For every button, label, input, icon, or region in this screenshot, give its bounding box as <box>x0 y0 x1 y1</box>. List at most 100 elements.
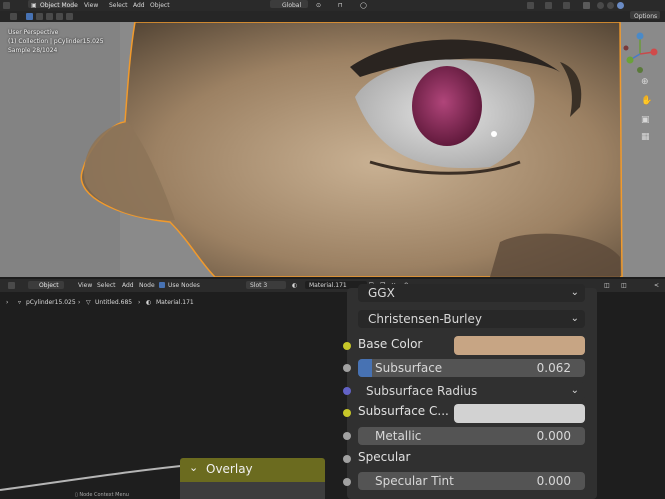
subsurface-slider[interactable]: Subsurface 0.062 <box>358 359 585 377</box>
overlay-icon[interactable] <box>563 2 570 9</box>
shading-material-icon[interactable] <box>607 2 614 9</box>
xray-icon[interactable] <box>583 2 590 9</box>
mesh-icon: ▽ <box>86 299 91 306</box>
subsurface-socket[interactable] <box>343 364 351 372</box>
object-icon: ▿ <box>18 299 22 306</box>
node-overlay-icon[interactable]: ◫ <box>621 279 627 292</box>
status-hint-text: Node Context Menu <box>79 492 129 498</box>
object-mode-icon: ▣ <box>31 2 37 9</box>
3d-viewport[interactable]: User Perspective (1) Collection | pCylin… <box>0 22 665 277</box>
snap-icon[interactable]: ⊓ <box>338 0 343 11</box>
metallic-label: Metallic <box>375 429 422 443</box>
subsurface-radius-socket[interactable] <box>343 387 351 395</box>
use-nodes-checkbox[interactable] <box>159 282 165 288</box>
use-nodes-label: Use Nodes <box>168 282 200 289</box>
subsurface-radius-label: Subsurface Radius <box>366 384 478 398</box>
base-color-socket[interactable] <box>343 342 351 350</box>
shading-solid-icon[interactable] <box>597 2 604 9</box>
subsurface-color-socket[interactable] <box>343 409 351 417</box>
menu-object[interactable]: Object <box>150 0 170 11</box>
options-label: Options <box>634 13 658 20</box>
breadcrumb-arrow-icon: › <box>138 299 141 306</box>
shading-rendered-icon[interactable] <box>617 2 624 9</box>
subsurface-slider-fill <box>358 359 372 377</box>
render-image <box>0 22 665 277</box>
breadcrumb-material: Material.171 <box>156 299 194 306</box>
chevron-down-icon: ⌄ <box>570 385 579 396</box>
subsurface-radius-row[interactable]: Subsurface Radius ⌄ <box>358 382 585 400</box>
node-editor-canvas[interactable]: › ▿ pCylinder15.025 › ▽ Untitled.685 › ◐… <box>0 284 665 499</box>
tool-header: Options <box>0 11 665 22</box>
viewport-header: ▣ Object Mode View Select Add Object Glo… <box>0 0 665 11</box>
subsurface-color-swatch[interactable] <box>454 404 585 423</box>
subsurface-label: Subsurface <box>375 361 443 375</box>
slot-label: Slot 3 <box>250 282 268 289</box>
proportional-edit-icon[interactable]: ◯ <box>360 0 367 11</box>
select-invert-icon[interactable] <box>56 13 63 20</box>
mode-label: Object Mode <box>40 2 78 9</box>
mouse-icon: ▯ <box>75 492 78 498</box>
visibility-icon[interactable] <box>527 2 534 9</box>
snap-node-icon[interactable]: ◫ <box>604 279 610 292</box>
status-hint: ▯ Node Context Menu <box>75 492 129 498</box>
specular-tint-label: Specular Tint <box>375 474 454 488</box>
subsurface-color-label: Subsurface C... <box>358 404 449 418</box>
node-menu-select[interactable]: Select <box>97 279 116 292</box>
specular-label: Specular <box>358 450 411 464</box>
breadcrumb-mesh: Untitled.685 <box>95 299 133 306</box>
pivot-icon[interactable]: ⊙ <box>316 0 321 11</box>
gizmo-icon[interactable] <box>545 2 552 9</box>
specular-socket[interactable] <box>343 455 351 463</box>
subsurface-value: 0.062 <box>536 361 571 375</box>
pan-hand-icon[interactable]: ✋ <box>641 96 652 106</box>
sidebar-toggle-icon[interactable]: < <box>654 279 659 292</box>
chevron-down-icon: ⌄ <box>570 313 579 324</box>
node-link <box>0 463 200 491</box>
overlay-frame-label: Overlay <box>206 462 253 476</box>
specular-tint-socket[interactable] <box>343 478 351 486</box>
shader-type-label: Object <box>39 282 59 289</box>
subsurface-method-dropdown[interactable]: Christensen-Burley ⌄ <box>358 310 585 328</box>
breadcrumb-object: pCylinder15.025 <box>26 299 76 306</box>
chevron-down-icon: ⌄ <box>570 287 579 298</box>
overlay-perspective: User Perspective <box>8 29 59 36</box>
overlay-collection: (1) Collection | pCylinder15.025 <box>8 38 104 45</box>
camera-icon[interactable]: ▣ <box>641 115 650 125</box>
zoom-icon[interactable]: ⊕ <box>641 77 649 87</box>
overlay-sample: Sample 28/1024 <box>8 47 58 54</box>
menu-select[interactable]: Select <box>109 0 128 11</box>
base-color-label: Base Color <box>358 337 423 351</box>
select-extend-icon[interactable] <box>36 13 43 20</box>
overlay-frame-node[interactable]: ⌄ Overlay <box>180 458 325 482</box>
select-intersect-icon[interactable] <box>66 13 73 20</box>
orientation-label: Global <box>282 2 302 9</box>
iris <box>412 66 482 146</box>
node-menu-add[interactable]: Add <box>122 279 134 292</box>
distribution-dropdown[interactable]: GGX ⌄ <box>358 284 585 302</box>
collapse-chevron-icon[interactable]: ⌄ <box>189 461 198 474</box>
base-color-swatch[interactable] <box>454 336 585 355</box>
editor-type-icon[interactable] <box>3 2 10 9</box>
select-box-icon[interactable] <box>26 13 33 20</box>
grid-icon[interactable]: ▦ <box>641 132 650 142</box>
specular-tint-slider[interactable]: Specular Tint 0.000 <box>358 472 585 490</box>
breadcrumb-arrow-icon: › <box>78 299 81 306</box>
select-tool-icon[interactable] <box>10 13 17 20</box>
metallic-socket[interactable] <box>343 432 351 440</box>
breadcrumb-arrow-icon: › <box>6 299 9 306</box>
node-editor-type-icon[interactable] <box>8 282 15 289</box>
node-menu-view[interactable]: View <box>78 279 92 292</box>
material-name: Material.171 <box>309 282 347 289</box>
navigation-gizmo[interactable] <box>620 30 662 78</box>
menu-add[interactable]: Add <box>133 0 145 11</box>
node-menu-node[interactable]: Node <box>139 279 155 292</box>
menu-view[interactable]: View <box>84 0 98 11</box>
subsurface-method-value: Christensen-Burley <box>368 312 482 326</box>
eye-highlight <box>491 131 497 137</box>
distribution-value: GGX <box>368 286 395 300</box>
metallic-slider[interactable]: Metallic 0.000 <box>358 427 585 445</box>
metallic-value: 0.000 <box>536 429 571 443</box>
overlay-frame-body <box>180 482 325 499</box>
select-subtract-icon[interactable] <box>46 13 53 20</box>
material-browse-icon[interactable]: ◐ <box>292 279 297 292</box>
